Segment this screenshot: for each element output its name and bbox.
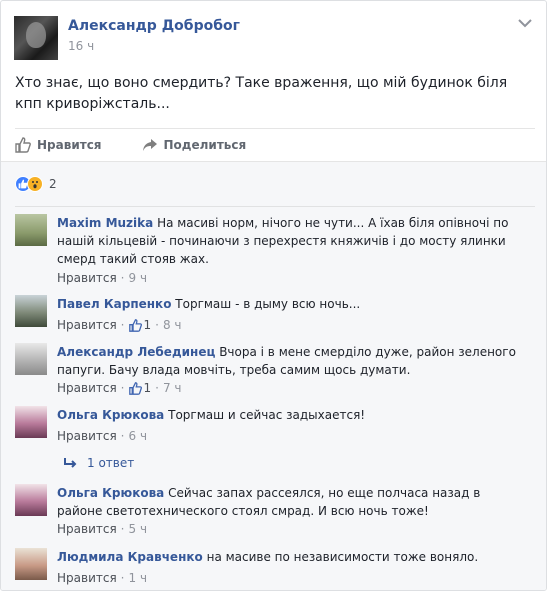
comment-meta: Нравится · 9 ч [57,271,148,285]
comment-time[interactable]: 8 ч [163,318,182,332]
view-replies-label: 1 ответ [87,456,135,470]
share-icon [142,138,157,151]
post-card: Александр Добробог 16 ч Хто знає, що вон… [0,0,547,591]
comment-like-button[interactable]: Нравится [57,318,117,332]
commenter-avatar[interactable] [15,484,47,516]
comment-meta: Нравится · 1 · 8 ч [57,318,182,332]
like-button[interactable]: Нравится [15,136,102,153]
thumbs-up-icon [128,318,142,332]
comment-meta: Нравится · 6 ч [57,429,148,443]
commenter-avatar[interactable] [15,214,47,246]
thumbs-up-icon [15,136,31,153]
divider [15,206,535,207]
comment-text: Торгмаш и сейчас задыхается! [168,408,366,422]
author-avatar[interactable] [14,16,58,60]
comment-text: Торгмаш - в дыму всю ночь... [175,297,361,311]
comments-section: 2 Maxim Muzika На масиві норм, нічого не… [1,161,546,590]
comment-likes[interactable]: 1 [128,381,152,395]
comment-meta: Нравится · 1 · 7 ч [57,381,182,395]
comment-body: Александр Лебединец Вчора і в мене смерд… [57,343,527,379]
comment-meta: Нравится · 5 ч [57,522,148,536]
reply-arrow-icon [64,458,77,468]
comment-time[interactable]: 1 ч [129,571,148,585]
post-time[interactable]: 16 ч [68,39,94,53]
view-replies-link[interactable]: 1 ответ [63,456,134,470]
commenter-avatar[interactable] [15,406,47,438]
post-header: Александр Добробог 16 ч [1,1,546,65]
share-label: Поделиться [163,137,247,152]
comment-body: Ольга Крюкова Торгмаш и сейчас задыхаетс… [57,406,527,424]
commenter-avatar[interactable] [15,343,47,375]
reactions-summary[interactable]: 2 [15,176,57,192]
comment-like-button[interactable]: Нравится [57,381,117,395]
commenter-name[interactable]: Ольга Крюкова [57,408,164,422]
comment-like-button[interactable]: Нравится [57,271,117,285]
comment-body: Людмила Кравченко на масиве по независим… [57,548,527,566]
commenter-avatar[interactable] [15,548,47,580]
commenter-name[interactable]: Александр Лебединец [57,345,215,359]
commenter-name[interactable]: Павел Карпенко [57,297,171,311]
comment-like-button[interactable]: Нравится [57,429,117,443]
comment-likes-count: 1 [143,318,152,332]
comment-time[interactable]: 9 ч [129,271,148,285]
comment-like-button[interactable]: Нравится [57,522,117,536]
comment-time[interactable]: 5 ч [129,522,148,536]
commenter-avatar[interactable] [15,295,47,327]
commenter-name[interactable]: Ольга Крюкова [57,486,164,500]
commenter-name[interactable]: Maxim Muzika [57,216,153,230]
wow-reaction-icon [27,176,43,192]
post-text: Хто знає, що воно смердить? Таке враженн… [15,75,508,112]
comment-like-button[interactable]: Нравится [57,571,117,585]
chevron-down-icon[interactable] [518,17,532,29]
share-button[interactable]: Поделиться [142,137,247,153]
comment-time[interactable]: 7 ч [163,381,182,395]
author-name[interactable]: Александр Добробог [68,18,240,34]
comment-body: Павел Карпенко Торгмаш - в дыму всю ночь… [57,295,527,313]
comment-meta: Нравится · 1 ч [57,571,148,585]
reactions-count: 2 [49,177,57,191]
commenter-name[interactable]: Людмила Кравченко [57,550,203,564]
like-label: Нравится [37,137,102,152]
comment-likes[interactable]: 1 [128,318,152,332]
post-actions: Нравится Поделиться [15,128,535,160]
comment-body: Maxim Muzika На масиві норм, нічого не ч… [57,214,527,268]
thumbs-up-icon [128,381,142,395]
comment-text: на масиве по независимости тоже воняло. [206,550,479,564]
comment-body: Ольга Крюкова Сейчас запах рассеялся, но… [57,484,527,520]
comment-time[interactable]: 6 ч [129,429,148,443]
comment-likes-count: 1 [143,381,152,395]
